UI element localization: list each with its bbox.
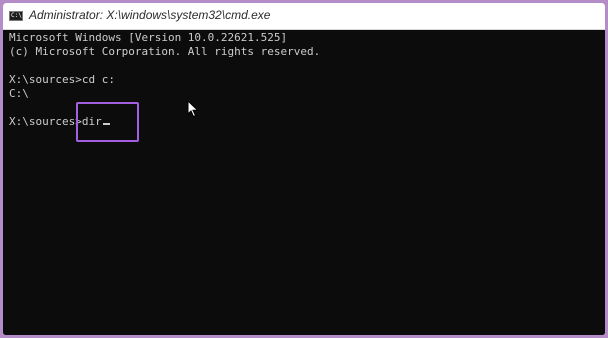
console-area[interactable]: Microsoft Windows [Version 10.0.22621.52…	[3, 30, 605, 335]
mouse-pointer-icon	[187, 100, 199, 118]
cmd-window: C:\ Administrator: X:\windows\system32\c…	[0, 0, 608, 338]
console-line-copyright: (c) Microsoft Corporation. All rights re…	[9, 45, 321, 58]
vertical-scrollbar[interactable]	[599, 30, 605, 335]
title-bar[interactable]: C:\ Administrator: X:\windows\system32\c…	[3, 3, 605, 30]
console-line-version: Microsoft Windows [Version 10.0.22621.52…	[9, 31, 288, 44]
console-line-output: C:\	[9, 87, 29, 100]
command-highlight-box	[76, 102, 139, 142]
cmd-icon: C:\	[9, 11, 23, 21]
window-title: Administrator: X:\windows\system32\cmd.e…	[29, 8, 271, 22]
console-line-cd-command: X:\sources>cd c:	[9, 73, 115, 86]
